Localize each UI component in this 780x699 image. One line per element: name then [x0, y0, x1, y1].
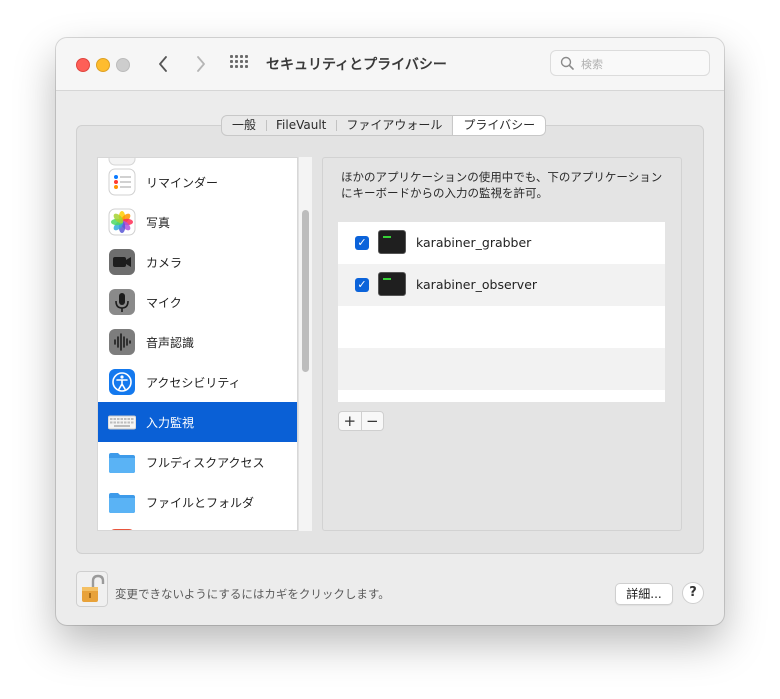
- app-row[interactable]: ✓ karabiner_observer: [338, 264, 665, 306]
- sidebar-item-accessibility[interactable]: アクセシビリティ: [98, 362, 297, 402]
- sidebar-item-photos[interactable]: 写真: [98, 202, 297, 242]
- sidebar-item-microphone[interactable]: マイク: [98, 282, 297, 322]
- app-enabled-checkbox[interactable]: ✓: [355, 278, 369, 292]
- sidebar-item-label: 入力監視: [146, 416, 195, 430]
- preferences-window: セキュリティとプライバシー 検索 一般 FileVault ファイアウォール プ…: [56, 38, 724, 625]
- sidebar-item-reminders[interactable]: リマインダー: [98, 162, 297, 202]
- forward-button[interactable]: [190, 53, 212, 75]
- sidebar-item-label: フルディスクアクセス: [146, 456, 265, 470]
- close-button[interactable]: [76, 58, 90, 72]
- terminal-icon: [378, 272, 406, 296]
- tab-filevault[interactable]: FileVault: [266, 116, 336, 135]
- show-all-grid-icon[interactable]: [230, 55, 250, 73]
- app-list[interactable]: ✓ karabiner_grabber ✓ karabiner_observer: [338, 222, 665, 402]
- folder-icon: [109, 493, 135, 513]
- app-enabled-checkbox[interactable]: ✓: [355, 236, 369, 250]
- sidebar-item-label: 音声認識: [146, 336, 195, 350]
- help-button[interactable]: ?: [682, 582, 704, 604]
- microphone-icon: [109, 289, 135, 315]
- add-app-button[interactable]: +: [339, 412, 361, 430]
- sidebar-item-label: アクセシビリティ: [146, 376, 241, 390]
- sidebar-item-camera[interactable]: カメラ: [98, 242, 297, 282]
- chevron-right-icon: [197, 56, 205, 72]
- terminal-icon: [378, 230, 406, 254]
- search-field[interactable]: 検索: [550, 50, 710, 76]
- back-button[interactable]: [152, 53, 174, 75]
- app-name: karabiner_observer: [416, 277, 538, 292]
- tab-bar: 一般 FileVault ファイアウォール プライバシー: [221, 115, 547, 136]
- tab-privacy[interactable]: プライバシー: [452, 116, 546, 135]
- sidebar-item-label: ファイルとフォルダ: [146, 496, 255, 510]
- keyboard-icon: [108, 415, 136, 430]
- search-icon: [560, 56, 574, 70]
- speech-recognition-icon: [109, 329, 135, 355]
- photos-icon: [108, 208, 136, 236]
- accessibility-icon: [109, 369, 135, 395]
- permission-description: ほかのアプリケーションの使用中でも、下のアプリケーションにキーボードからの入力の…: [341, 170, 663, 200]
- reminders-icon: [108, 168, 136, 196]
- sidebar-item-speech-recognition[interactable]: 音声認識: [98, 322, 297, 362]
- sidebar-scrollbar-thumb[interactable]: [302, 210, 309, 372]
- add-remove-buttons: + −: [338, 411, 384, 431]
- minimize-button[interactable]: [96, 58, 110, 72]
- sidebar-item-label: カメラ: [146, 256, 183, 270]
- remove-app-button[interactable]: −: [360, 412, 384, 430]
- sidebar-item-input-monitoring[interactable]: 入力監視: [98, 402, 297, 442]
- chevron-left-icon: [159, 56, 167, 72]
- list-item-partial-icon: [111, 529, 133, 530]
- title-bar: セキュリティとプライバシー 検索: [56, 38, 724, 91]
- sidebar-item-label: リマインダー: [146, 176, 219, 190]
- zoom-button[interactable]: [116, 58, 130, 72]
- folder-icon: [109, 453, 135, 473]
- lock-instruction-text: 変更できないようにするにはカギをクリックします。: [115, 587, 390, 601]
- app-row[interactable]: ✓ karabiner_grabber: [338, 222, 665, 264]
- privacy-category-list[interactable]: リマインダー 写真 カメラ マイク 音声認識 アクセシビリティ 入力監視 フルデ…: [97, 157, 298, 531]
- sidebar-item-full-disk-access[interactable]: フルディスクアクセス: [98, 442, 297, 482]
- empty-row: [338, 348, 665, 390]
- tab-general[interactable]: 一般: [222, 116, 266, 135]
- sidebar-item-label: 写真: [146, 216, 171, 230]
- unlocked-padlock-icon[interactable]: [76, 571, 108, 607]
- empty-row: [338, 306, 665, 348]
- app-name: karabiner_grabber: [416, 235, 532, 250]
- tab-firewall[interactable]: ファイアウォール: [336, 116, 452, 135]
- search-placeholder: 検索: [581, 58, 603, 71]
- camera-icon: [109, 249, 135, 275]
- window-title: セキュリティとプライバシー: [266, 57, 447, 73]
- details-button[interactable]: 詳細...: [615, 583, 673, 605]
- sidebar-item-label: マイク: [146, 296, 182, 310]
- sidebar-item-files-and-folders[interactable]: ファイルとフォルダ: [98, 482, 297, 522]
